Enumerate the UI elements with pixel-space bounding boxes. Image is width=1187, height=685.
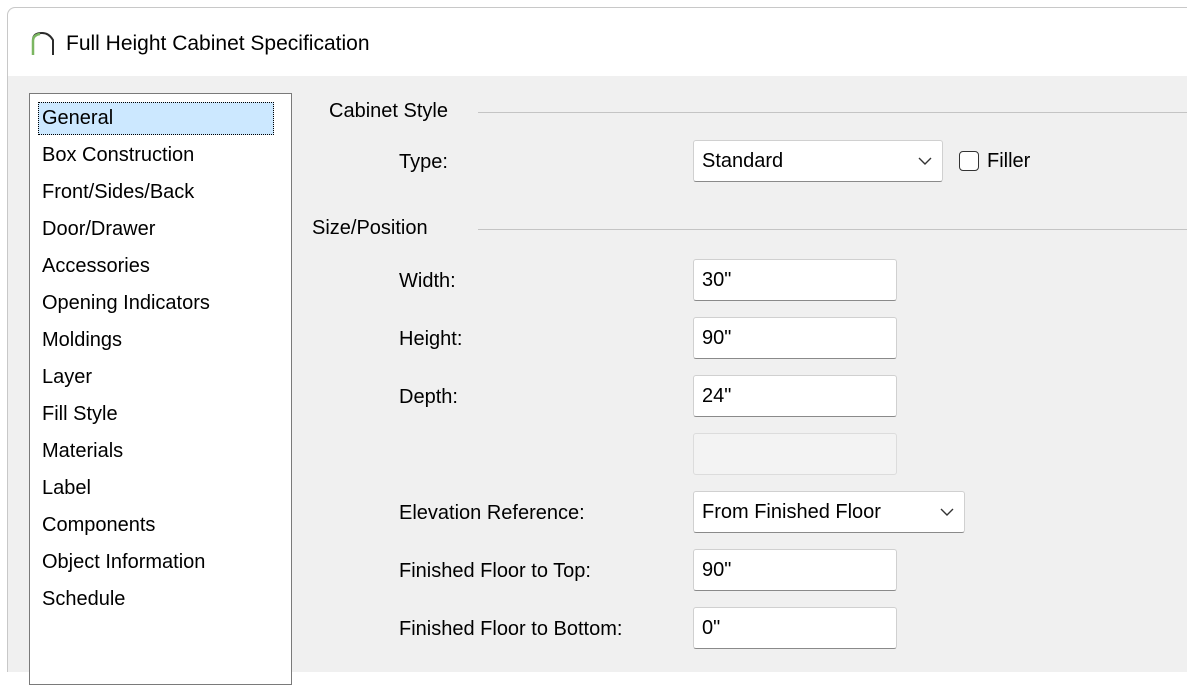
size-position-divider <box>478 229 1187 230</box>
cabinet-style-group-label: Cabinet Style <box>329 100 462 123</box>
nav-item-moldings[interactable]: Moldings <box>38 324 126 357</box>
category-list[interactable]: General Box Construction Front/Sides/Bac… <box>29 93 292 685</box>
disabled-field <box>693 433 897 475</box>
nav-item-materials[interactable]: Materials <box>38 435 127 468</box>
type-select-value: Standard <box>702 150 784 172</box>
type-select[interactable]: Standard <box>693 140 943 182</box>
height-label: Height: <box>399 328 463 350</box>
finished-floor-to-top-field[interactable]: 90" <box>693 549 897 591</box>
window-title: Full Height Cabinet Specification <box>66 32 370 55</box>
dialog-window: Full Height Cabinet Specification Genera… <box>7 7 1187 685</box>
filler-label: Filler <box>987 150 1031 172</box>
cabinet-style-divider <box>478 112 1187 113</box>
finished-floor-to-top-label: Finished Floor to Top: <box>399 560 591 582</box>
depth-field[interactable]: 24" <box>693 375 897 417</box>
size-position-group-label: Size/Position <box>312 217 442 240</box>
cabinet-arch-icon <box>31 31 54 55</box>
nav-item-layer[interactable]: Layer <box>38 361 96 394</box>
nav-item-schedule[interactable]: Schedule <box>38 583 129 616</box>
nav-item-box-construction[interactable]: Box Construction <box>38 139 198 172</box>
nav-item-fill-style[interactable]: Fill Style <box>38 398 122 431</box>
filler-checkbox[interactable] <box>959 151 979 171</box>
title-bar[interactable]: Full Height Cabinet Specification <box>8 8 1187 76</box>
width-label: Width: <box>399 270 456 292</box>
nav-item-components[interactable]: Components <box>38 509 159 542</box>
nav-item-general[interactable]: General <box>38 102 274 135</box>
finished-floor-to-bottom-field[interactable]: 0" <box>693 607 897 649</box>
depth-label: Depth: <box>399 386 458 408</box>
nav-item-front-sides-back[interactable]: Front/Sides/Back <box>38 176 198 209</box>
chevron-down-icon <box>918 157 932 165</box>
nav-item-door-drawer[interactable]: Door/Drawer <box>38 213 159 246</box>
nav-item-accessories[interactable]: Accessories <box>38 250 154 283</box>
nav-item-object-information[interactable]: Object Information <box>38 546 209 579</box>
nav-item-opening-indicators[interactable]: Opening Indicators <box>38 287 214 320</box>
chevron-down-icon <box>940 508 954 516</box>
elevation-reference-select[interactable]: From Finished Floor <box>693 491 965 533</box>
type-label: Type: <box>399 151 448 173</box>
finished-floor-to-bottom-label: Finished Floor to Bottom: <box>399 618 623 640</box>
elevation-reference-label: Elevation Reference: <box>399 502 585 524</box>
width-field[interactable]: 30" <box>693 259 897 301</box>
height-field[interactable]: 90" <box>693 317 897 359</box>
elevation-reference-value: From Finished Floor <box>702 501 881 523</box>
nav-item-label[interactable]: Label <box>38 472 95 505</box>
